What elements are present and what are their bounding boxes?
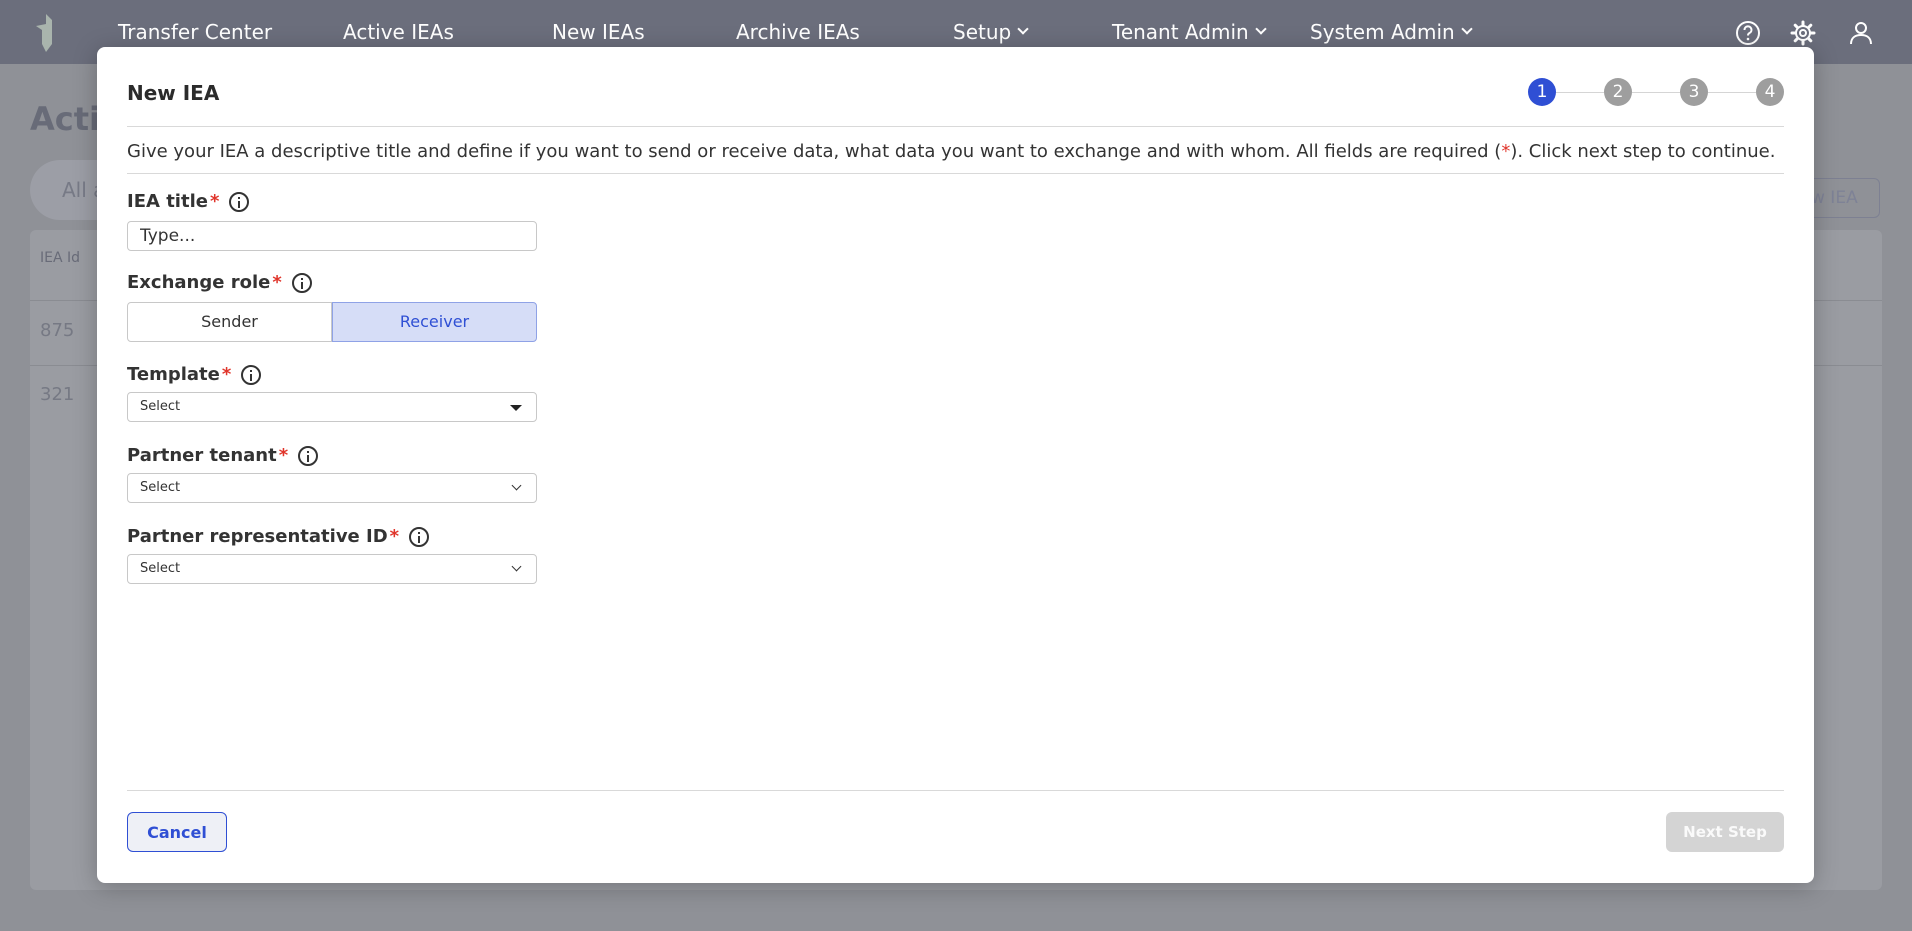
info-icon[interactable] (298, 445, 319, 466)
chevron-down-icon (511, 561, 522, 572)
app-logo-icon[interactable] (36, 14, 58, 52)
background-table-row: 875 (40, 320, 75, 341)
background-column-header: IEA Id (40, 250, 81, 266)
next-step-button[interactable]: Next Step (1666, 812, 1784, 852)
template-select[interactable]: Select (127, 392, 537, 422)
partner-tenant-label-text: Partner tenant (127, 445, 277, 466)
iea-title-label: IEA title * (127, 191, 250, 212)
nav-transfer-center-label: Transfer Center (118, 20, 273, 44)
nav-new-ieas[interactable]: New IEAs (552, 20, 645, 44)
gear-icon[interactable] (1790, 20, 1816, 46)
exchange-role-label-text: Exchange role (127, 272, 271, 293)
background-page-title: Acti (30, 100, 100, 138)
partner-representative-select[interactable]: Select (127, 554, 537, 584)
stepper: 1 2 3 4 (1528, 78, 1784, 106)
template-label-text: Template (127, 364, 220, 385)
step-4-indicator: 4 (1756, 78, 1784, 106)
caret-down-icon (510, 405, 522, 411)
step-connector (1708, 91, 1756, 93)
template-select-value: Select (140, 399, 181, 414)
nav-transfer-center[interactable]: Transfer Center (118, 20, 272, 44)
partner-representative-select-value: Select (140, 561, 181, 576)
nav-active-ieas[interactable]: Active IEAs (343, 20, 454, 44)
intro-text-part: ). Click next step to continue. (1510, 141, 1776, 162)
step-3-indicator: 3 (1680, 78, 1708, 106)
info-icon[interactable] (229, 191, 250, 212)
chevron-down-icon (1461, 23, 1473, 35)
user-icon[interactable] (1848, 20, 1874, 46)
info-icon[interactable] (291, 272, 312, 293)
footer-divider (127, 790, 1784, 791)
cancel-button[interactable]: Cancel (127, 812, 227, 852)
partner-tenant-label: Partner tenant * (127, 445, 319, 466)
iea-title-label-text: IEA title (127, 191, 208, 212)
modal-title: New IEA (127, 81, 220, 105)
chevron-down-icon (1255, 23, 1267, 35)
nav-tenant-admin[interactable]: Tenant Admin (1112, 20, 1267, 44)
step-1-indicator: 1 (1528, 78, 1556, 106)
step-connector (1632, 91, 1680, 93)
info-icon[interactable] (409, 526, 430, 547)
background-table-row: 321 (40, 384, 75, 405)
exchange-role-toggle: Sender Receiver (127, 302, 537, 342)
template-label: Template * (127, 364, 262, 385)
help-icon[interactable] (1735, 20, 1761, 46)
nav-active-ieas-label: Active IEAs (343, 20, 454, 44)
nav-tenant-admin-label: Tenant Admin (1112, 20, 1249, 44)
intro-text: Give your IEA a descriptive title and de… (127, 141, 1775, 162)
nav-setup-label: Setup (953, 20, 1012, 44)
partner-representative-label: Partner representative ID * (127, 526, 430, 547)
header-divider (127, 126, 1784, 127)
info-icon[interactable] (241, 364, 262, 385)
partner-representative-label-text: Partner representative ID (127, 526, 388, 547)
required-asterisk: * (221, 364, 232, 385)
step-2-indicator: 2 (1604, 78, 1632, 106)
iea-title-input[interactable] (127, 221, 537, 251)
chevron-down-icon (511, 480, 522, 491)
partner-tenant-select[interactable]: Select (127, 473, 537, 503)
nav-new-ieas-label: New IEAs (552, 20, 645, 44)
nav-archive-ieas-label: Archive IEAs (736, 20, 860, 44)
nav-archive-ieas[interactable]: Archive IEAs (736, 20, 860, 44)
required-asterisk: * (1501, 141, 1511, 162)
receiver-option-button[interactable]: Receiver (332, 302, 537, 342)
nav-setup[interactable]: Setup (953, 20, 1029, 44)
step-connector (1556, 91, 1604, 93)
intro-divider (127, 173, 1784, 174)
nav-system-admin-label: System Admin (1310, 20, 1455, 44)
chevron-down-icon (1017, 23, 1029, 35)
intro-text-part: Give your IEA a descriptive title and de… (127, 141, 1502, 162)
partner-tenant-select-value: Select (140, 480, 181, 495)
required-asterisk: * (389, 526, 400, 547)
new-iea-modal: New IEA 1 2 3 4 Give your IEA a descript… (97, 47, 1814, 883)
required-asterisk: * (278, 445, 289, 466)
required-asterisk: * (272, 272, 282, 293)
nav-system-admin[interactable]: System Admin (1310, 20, 1473, 44)
exchange-role-label: Exchange role * (127, 272, 312, 293)
sender-option-button[interactable]: Sender (127, 302, 332, 342)
required-asterisk: * (209, 191, 220, 212)
